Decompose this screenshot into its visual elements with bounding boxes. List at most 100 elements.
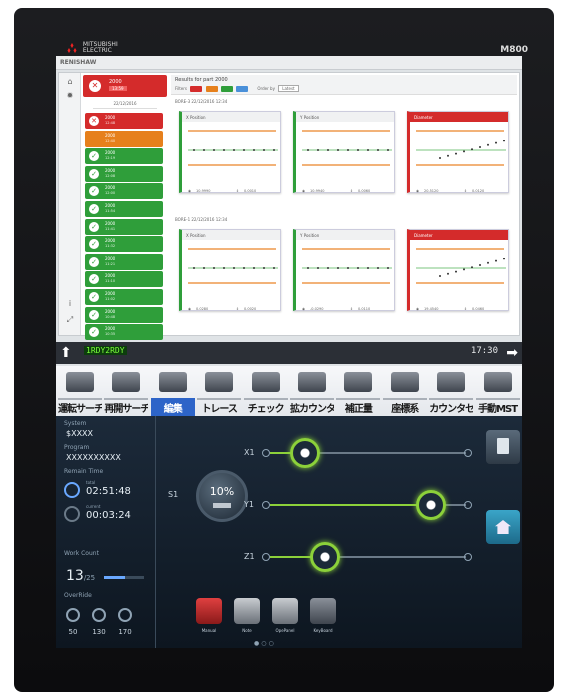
list-item[interactable]: ✓ 2000 12:19 bbox=[85, 148, 163, 165]
trend-point bbox=[471, 148, 473, 151]
trend-point bbox=[503, 258, 505, 260]
list-item-time: 12:48 bbox=[105, 121, 116, 125]
dock-label: Manual bbox=[201, 628, 217, 633]
trend-point bbox=[357, 267, 359, 269]
next-screen-arrow-icon[interactable]: ➡ bbox=[506, 344, 518, 362]
list-icon bbox=[497, 438, 509, 454]
home-icon[interactable]: ⌂ bbox=[65, 77, 75, 87]
program-label: Program bbox=[64, 444, 90, 451]
override-feed-dial-icon[interactable] bbox=[92, 608, 106, 622]
measurement-card[interactable]: X Position ◉ 0.0280 ⇕ 0.0020 bbox=[179, 229, 281, 311]
filter-chip-warn[interactable] bbox=[205, 86, 218, 92]
axis-max-icon bbox=[464, 501, 472, 509]
spindle-gauge[interactable]: 10% bbox=[196, 470, 248, 522]
upper-tolerance-band bbox=[302, 130, 390, 132]
selected-part-item[interactable]: ✕ 2000 13:59 bbox=[83, 75, 167, 97]
app-title: RENISHAW bbox=[60, 59, 97, 66]
measured-value: 20.5120 bbox=[424, 189, 439, 193]
trend-point bbox=[347, 267, 349, 269]
list-item[interactable]: ✓ 2000 10:48 bbox=[85, 306, 163, 323]
trend-point bbox=[213, 267, 215, 269]
measurement-card[interactable]: X Position ◉ 10.9990 ⇕ 0.0010 bbox=[179, 111, 281, 193]
list-item[interactable]: ✓ 2000 12:00 bbox=[85, 183, 163, 200]
measurement-card[interactable]: Y Position ◉ -0.0290 ⇕ 0.0110 bbox=[293, 229, 395, 311]
menu-label: 編集 bbox=[150, 398, 195, 418]
info-icon[interactable]: i bbox=[65, 299, 75, 309]
measured-value: 10.9940 bbox=[310, 189, 325, 193]
menu-label: 補正量 bbox=[336, 398, 381, 418]
override-rapid-value: 50 bbox=[68, 628, 78, 636]
measurement-card[interactable]: Diameter ◉ 20.5120 ⇕ 0.0120 bbox=[407, 111, 509, 193]
gear-icon[interactable]: ✹ bbox=[65, 91, 75, 101]
list-item-title: 2000 bbox=[105, 308, 116, 314]
trend-point bbox=[479, 146, 481, 148]
trend-point bbox=[337, 267, 339, 269]
measurement-card[interactable]: Diameter ◉ 19.4540 ⇕ 0.0460 bbox=[407, 229, 509, 311]
target-icon: ◉ bbox=[416, 189, 420, 193]
deviation-icon: ⇕ bbox=[350, 307, 353, 311]
trend-point bbox=[263, 267, 265, 269]
trend-point bbox=[367, 267, 369, 269]
axis-position-knob[interactable] bbox=[415, 490, 446, 520]
trend-point bbox=[377, 267, 379, 269]
list-item[interactable]: ✓ 2000 11:21 bbox=[85, 253, 163, 270]
filter-chip-pass[interactable] bbox=[220, 86, 233, 92]
axis-position-knob[interactable] bbox=[290, 438, 321, 468]
list-item[interactable]: ▲ 2000 12:40 bbox=[85, 130, 163, 147]
filter-chip-info[interactable] bbox=[236, 86, 249, 92]
list-item[interactable]: ✓ 2000 10:35 bbox=[85, 324, 163, 341]
trend-point bbox=[455, 152, 457, 155]
current-label: current bbox=[86, 504, 101, 509]
list-item-time: 12:19 bbox=[105, 156, 116, 161]
card-title: Y Position bbox=[296, 112, 394, 122]
list-item-time: 10:35 bbox=[105, 332, 116, 337]
override-spindle-dial-icon[interactable] bbox=[118, 608, 132, 622]
trend-point bbox=[487, 261, 489, 264]
check-icon: ✓ bbox=[89, 186, 99, 197]
list-item[interactable]: ✕ 2000 12:48 bbox=[85, 113, 163, 129]
list-item-time: 11:41 bbox=[105, 226, 116, 231]
part-list: ✕ 2000 13:59 22/12/2016 ✕ 2000 12:48 ▲ 20… bbox=[83, 75, 167, 341]
list-item[interactable]: ✓ 2000 12:08 bbox=[85, 165, 163, 182]
check-icon: ✓ bbox=[89, 221, 99, 232]
manual-book-icon[interactable] bbox=[196, 598, 222, 624]
trend-point bbox=[203, 149, 205, 151]
keyboard-icon[interactable] bbox=[310, 598, 336, 624]
lower-tolerance-band bbox=[302, 282, 390, 284]
trend-point bbox=[447, 154, 449, 157]
trend-point bbox=[273, 267, 275, 269]
list-menu-button[interactable] bbox=[486, 430, 520, 464]
list-item[interactable]: ✓ 2000 11:54 bbox=[85, 201, 163, 217]
trend-point bbox=[243, 149, 245, 151]
trend-point bbox=[327, 267, 329, 269]
list-item[interactable]: ✓ 2000 11:10 bbox=[85, 271, 163, 288]
target-icon: ◉ bbox=[302, 307, 306, 311]
previous-screen-arrow-icon[interactable]: ⬆ bbox=[60, 344, 72, 362]
list-item-time: 11:32 bbox=[105, 244, 116, 249]
note-icon[interactable] bbox=[234, 598, 260, 624]
operation-panel-icon[interactable] bbox=[272, 598, 298, 624]
filter-chip-fail[interactable] bbox=[190, 86, 203, 92]
measurement-card[interactable]: Y Position ◉ 10.9940 ⇕ 0.0060 bbox=[293, 111, 395, 193]
list-item[interactable]: ✓ 2000 11:02 bbox=[85, 289, 163, 305]
trend-point bbox=[253, 149, 255, 151]
list-item[interactable]: ✓ 2000 11:32 bbox=[85, 236, 163, 253]
trend-point bbox=[337, 149, 339, 151]
menu-function-icon bbox=[437, 372, 466, 392]
list-item[interactable]: ✓ 2000 11:41 bbox=[85, 218, 163, 235]
card-title: Diameter bbox=[410, 112, 508, 122]
trend-plot bbox=[416, 258, 506, 277]
order-label: Order by bbox=[257, 86, 275, 91]
upper-tolerance-band bbox=[302, 248, 390, 250]
card-title: Diameter bbox=[410, 230, 508, 240]
override-rapid-dial-icon[interactable] bbox=[66, 608, 80, 622]
expand-icon[interactable]: ⤢ bbox=[65, 315, 75, 325]
order-select[interactable]: Latest bbox=[278, 85, 299, 92]
house-icon bbox=[495, 520, 511, 534]
ready-status: 1RDY2RDY bbox=[84, 346, 127, 355]
axis-position-knob[interactable] bbox=[309, 542, 340, 572]
home-button[interactable] bbox=[486, 510, 520, 544]
trend-point bbox=[367, 149, 369, 151]
menu-function-icon bbox=[344, 372, 373, 392]
deviation-icon: ⇕ bbox=[236, 307, 239, 311]
